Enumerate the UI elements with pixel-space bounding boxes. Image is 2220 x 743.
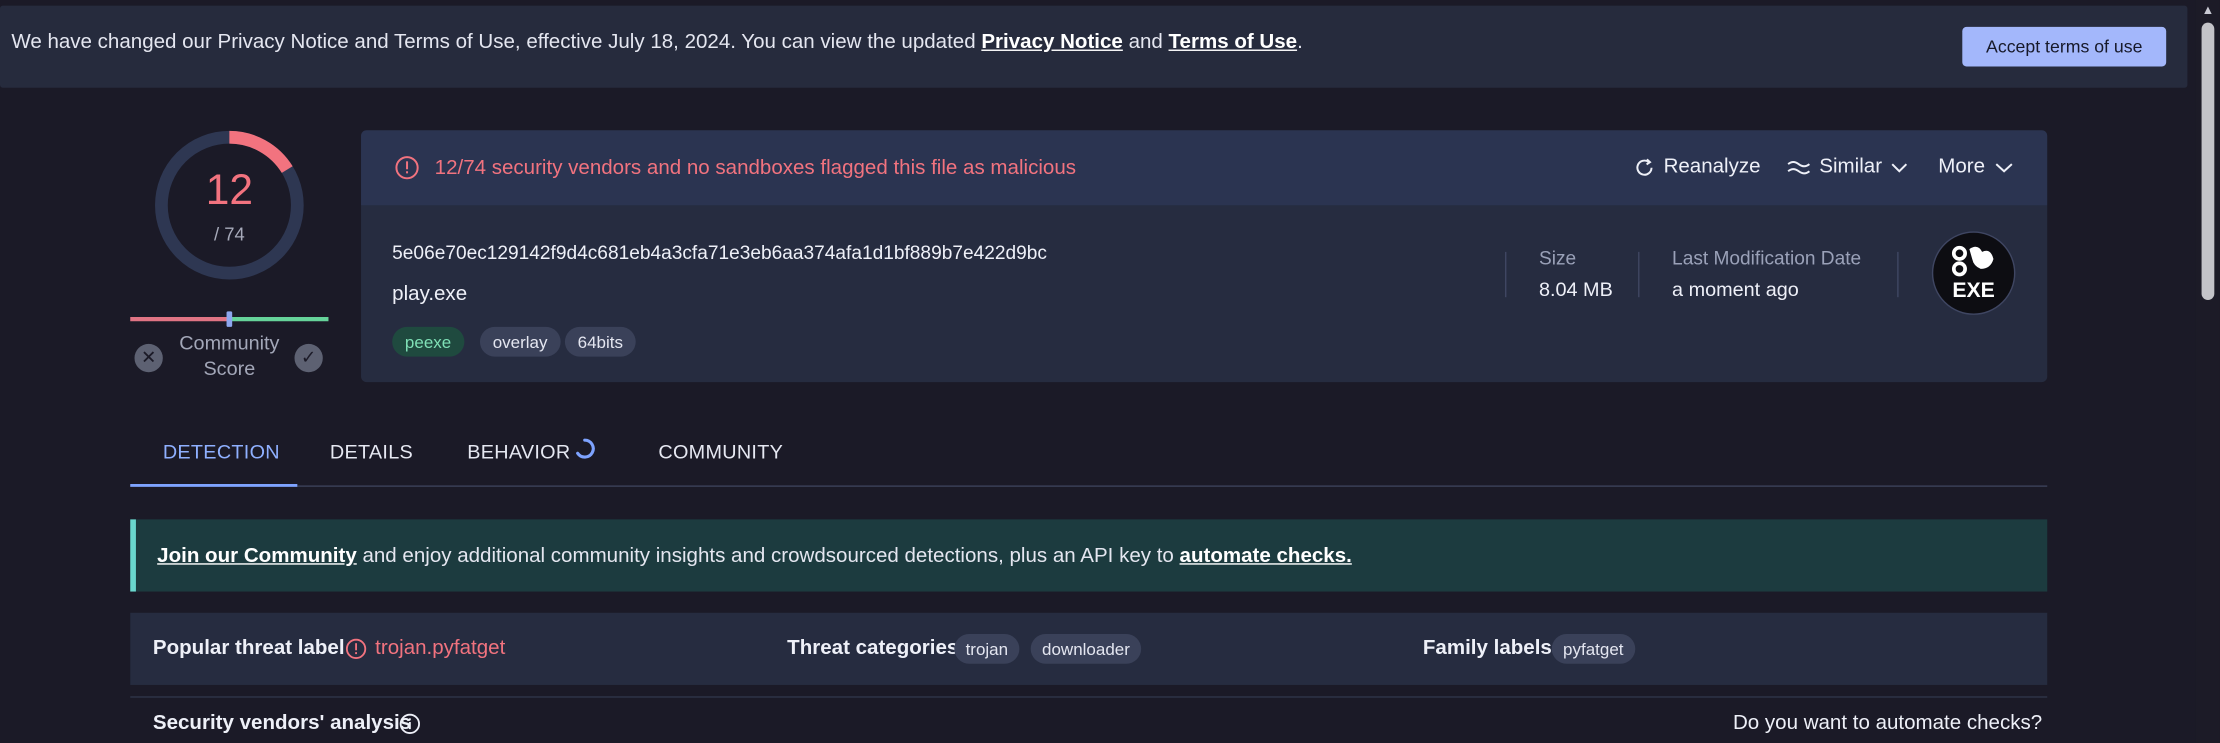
- tab-behavior[interactable]: BEHAVIOR: [467, 440, 570, 463]
- alert-circle-icon: [395, 156, 419, 180]
- privacy-notice-text: We have changed our Privacy Notice and T…: [11, 31, 1302, 54]
- community-score-marker: [226, 311, 233, 327]
- threat-categories-label: Threat categories: [787, 636, 959, 660]
- privacy-text-after: .: [1297, 31, 1303, 54]
- tabs-divider: [130, 485, 2048, 487]
- section-divider: [130, 696, 2048, 698]
- community-banner-accent: [130, 519, 136, 592]
- file-name: play.exe: [392, 283, 468, 306]
- tab-details[interactable]: DETAILS: [330, 440, 413, 463]
- threat-category-chip[interactable]: downloader: [1030, 634, 1142, 664]
- info-icon[interactable]: [399, 713, 420, 734]
- detection-summary-text: 12/74 security vendors and no sandboxes …: [434, 157, 1077, 180]
- exe-file-type-icon: EXE: [1931, 231, 2016, 315]
- more-dropdown-button[interactable]: More: [1938, 155, 2015, 179]
- more-label: More: [1938, 155, 1986, 179]
- loading-spinner-icon: [576, 438, 595, 459]
- refresh-icon: [1636, 157, 1653, 175]
- community-score-label: Community Score: [179, 331, 280, 380]
- file-tag[interactable]: overlay: [479, 326, 561, 357]
- automate-checks-link[interactable]: automate checks.: [1180, 545, 1352, 568]
- vendor-total: / 74: [214, 223, 245, 245]
- tab-detection[interactable]: DETECTION: [163, 440, 280, 463]
- similar-dropdown-button[interactable]: Similar: [1787, 155, 1909, 179]
- divider: [1897, 251, 1899, 298]
- join-community-link[interactable]: Join our Community: [157, 545, 357, 568]
- file-summary-card: 12/74 security vendors and no sandboxes …: [361, 130, 2048, 383]
- community-bar-positive: [229, 317, 329, 322]
- privacy-text-middle: and: [1122, 31, 1169, 54]
- similar-wave-icon: [1787, 161, 1811, 175]
- active-tab-indicator: [130, 483, 298, 487]
- similar-label: Similar: [1819, 155, 1883, 179]
- accept-terms-button[interactable]: Accept terms of use: [1962, 26, 2167, 67]
- community-promo-text: Join our Community and enjoy additional …: [157, 545, 1352, 568]
- exe-icon-text: EXE: [1952, 279, 1994, 302]
- terms-of-use-link[interactable]: Terms of Use: [1169, 31, 1298, 54]
- file-tag[interactable]: 64bits: [564, 326, 636, 357]
- last-modification-value: a moment ago: [1672, 277, 1799, 301]
- file-hash[interactable]: 5e06e70ec129142f9d4c681eb4a3cfa71e3eb6aa…: [392, 242, 1047, 263]
- family-labels-label: Family labels: [1422, 636, 1552, 660]
- chevron-down-icon: [1995, 162, 2013, 172]
- community-bar-negative: [130, 317, 230, 322]
- popular-threat-value[interactable]: trojan.pyfatget: [375, 637, 505, 660]
- community-promo-middle: and enjoy additional community insights …: [356, 544, 1180, 568]
- size-label: Size: [1538, 247, 1577, 269]
- detection-count: 12: [205, 166, 253, 214]
- automate-checks-question[interactable]: Do you want to automate checks?: [1733, 712, 2042, 735]
- threat-category-chip[interactable]: trojan: [954, 634, 1020, 664]
- vote-harmful-icon[interactable]: ✕: [134, 343, 163, 373]
- divider: [1504, 251, 1507, 298]
- reanalyze-label: Reanalyze: [1663, 155, 1761, 179]
- alert-circle-icon: [345, 638, 367, 659]
- size-value: 8.04 MB: [1538, 277, 1613, 301]
- last-modification-label: Last Modification Date: [1672, 247, 1862, 269]
- scroll-up-arrow-icon[interactable]: ▲: [2196, 0, 2220, 20]
- divider: [1638, 251, 1640, 298]
- file-tag[interactable]: peexe: [392, 326, 464, 357]
- security-vendors-analysis-title: Security vendors' analysis: [152, 711, 412, 735]
- community-score-bar: [130, 311, 329, 327]
- privacy-text-before: We have changed our Privacy Notice and T…: [11, 31, 982, 54]
- scrollbar-thumb[interactable]: [2201, 22, 2215, 301]
- popular-threat-label: Popular threat label: [152, 636, 345, 660]
- chevron-down-icon: [1891, 162, 1908, 172]
- reanalyze-button[interactable]: Reanalyze: [1634, 155, 1761, 179]
- privacy-notice-link[interactable]: Privacy Notice: [981, 31, 1123, 54]
- tab-community[interactable]: COMMUNITY: [658, 440, 783, 463]
- family-label-chip[interactable]: pyfatget: [1551, 634, 1635, 664]
- vote-harmless-icon[interactable]: ✓: [294, 343, 323, 373]
